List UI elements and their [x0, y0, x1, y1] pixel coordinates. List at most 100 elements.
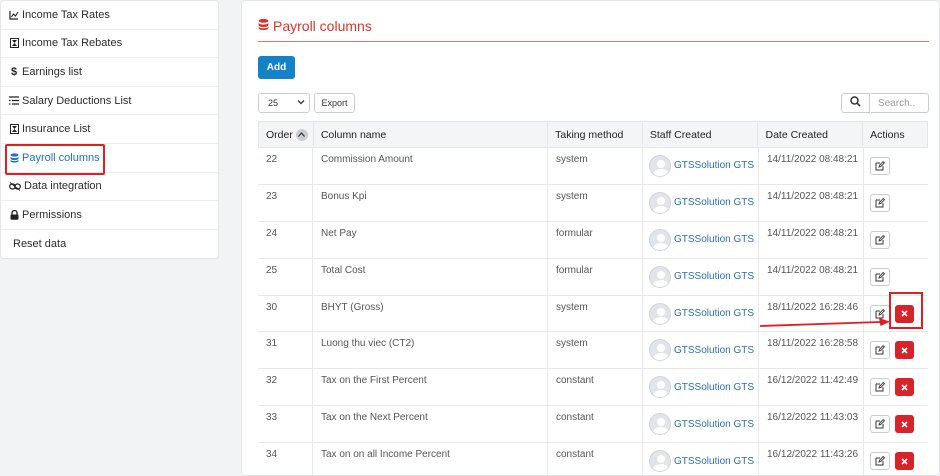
edit-button[interactable] [870, 304, 890, 323]
edit-button[interactable] [870, 156, 890, 175]
sidebar-item-income-tax-rates[interactable]: Income Tax Rates [1, 1, 218, 30]
table-row: 33 Tax on the Next Percent constant GTSS… [258, 406, 928, 444]
staff-link[interactable]: GTSSolution GTS [674, 419, 754, 430]
sidebar-item-income-tax-rebates[interactable]: Income Tax Rebates [1, 30, 218, 59]
cell-staff-created: GTSSolution GTS [643, 148, 759, 184]
staff-link[interactable]: GTSSolution GTS [674, 382, 754, 393]
edit-icon [875, 382, 885, 392]
page-size-value: 25 [268, 98, 279, 108]
search-icon [850, 96, 861, 110]
database-icon [258, 18, 269, 34]
avatar [649, 191, 671, 214]
column-header-order[interactable]: Order [259, 122, 314, 147]
edit-button[interactable] [870, 378, 890, 397]
cell-taking-method: constant [548, 406, 643, 443]
cell-date-created: 14/11/2022 08:48:21 [759, 258, 864, 295]
sidebar-item-earnings-list[interactable]: $ Earnings list [1, 58, 218, 87]
edit-icon [875, 345, 885, 355]
table-row: 30 BHYT (Gross) system GTSSolution GTS 1… [258, 295, 928, 333]
sidebar-item-permissions[interactable]: Permissions [1, 201, 218, 230]
cell-order: 32 [258, 369, 313, 406]
sidebar-item-label: Income Tax Rates [22, 8, 110, 21]
sidebar-item-label: Insurance List [22, 123, 91, 136]
table-row: 23 Bonus Kpi system GTSSolution GTS 14/1… [258, 184, 928, 222]
sidebar-item-label: Permissions [22, 208, 82, 221]
cell-staff-created: GTSSolution GTS [643, 221, 759, 258]
main-panel: Payroll columns Add 25 Export Search.. O… [241, 0, 940, 476]
search-input[interactable]: Search.. [871, 93, 929, 113]
avatar [649, 376, 671, 399]
cell-taking-method: constant [548, 443, 643, 475]
cell-staff-created: GTSSolution GTS [643, 369, 759, 406]
avatar [649, 265, 671, 288]
cell-date-created: 16/12/2022 11:42:49 [759, 369, 864, 406]
sidebar-item-label: Reset data [13, 238, 67, 251]
payroll-columns-table: Order Column name Taking method Staff Cr… [258, 121, 928, 475]
delete-button[interactable] [895, 341, 914, 360]
table-row: 31 Luong thu viec (CT2) system GTSSoluti… [258, 332, 928, 370]
cell-column-name: Bonus Kpi [313, 184, 548, 221]
edit-button[interactable] [870, 193, 890, 212]
edit-button[interactable] [870, 341, 890, 360]
sidebar-item-data-integration[interactable]: Data integration [1, 173, 218, 202]
staff-link[interactable]: GTSSolution GTS [674, 234, 754, 245]
page-title-text: Payroll columns [273, 18, 372, 34]
delete-button[interactable] [895, 452, 914, 471]
cell-order: 25 [258, 258, 313, 295]
staff-link[interactable]: GTSSolution GTS [674, 197, 754, 208]
title-divider [258, 41, 929, 42]
staff-link[interactable]: GTSSolution GTS [674, 160, 754, 171]
cell-column-name: Total Cost [313, 258, 548, 295]
column-header-taking-method[interactable]: Taking method [548, 122, 643, 147]
add-button[interactable]: Add [258, 56, 295, 79]
close-icon [901, 421, 908, 428]
sort-asc-icon[interactable] [295, 128, 308, 141]
list-icon [9, 96, 19, 106]
staff-link[interactable]: GTSSolution GTS [674, 271, 754, 282]
sidebar-item-label: Income Tax Rebates [22, 37, 123, 50]
export-button[interactable]: Export [314, 93, 355, 113]
page-size-select[interactable]: 25 [258, 93, 310, 113]
sidebar-item-insurance-list[interactable]: Insurance List [1, 115, 218, 144]
edit-button[interactable] [870, 452, 890, 471]
delete-button[interactable] [895, 415, 914, 434]
staff-link[interactable]: GTSSolution GTS [674, 456, 754, 467]
cell-order: 22 [258, 148, 313, 184]
cell-order: 23 [258, 184, 313, 221]
edit-icon [875, 160, 885, 171]
column-header-column-name[interactable]: Column name [314, 122, 549, 147]
cell-column-name: Commission Amount [313, 148, 548, 184]
close-icon [901, 384, 908, 391]
cell-order: 24 [258, 221, 313, 258]
sidebar-item-salary-deductions-list[interactable]: Salary Deductions List [1, 87, 218, 116]
edit-button[interactable] [870, 267, 890, 286]
cell-taking-method: system [548, 184, 643, 221]
edit-button[interactable] [870, 415, 890, 434]
delete-button[interactable] [895, 378, 914, 397]
lock-icon [9, 209, 19, 220]
table-row: 32 Tax on the First Percent constant GTS… [258, 369, 928, 407]
sidebar-item-reset-data[interactable]: Reset data [1, 230, 218, 259]
staff-link[interactable]: GTSSolution GTS [674, 345, 754, 356]
search-button[interactable] [841, 93, 870, 113]
cell-actions [864, 443, 928, 475]
cell-order: 30 [258, 295, 313, 332]
sidebar-item-label: Earnings list [22, 65, 82, 78]
edit-icon [875, 308, 885, 318]
edit-icon [875, 271, 885, 282]
column-header-date-created[interactable]: Date Created [758, 122, 864, 147]
cell-staff-created: GTSSolution GTS [643, 295, 759, 332]
cell-date-created: 16/12/2022 11:43:03 [759, 406, 864, 443]
close-icon [901, 310, 908, 317]
avatar [649, 413, 671, 436]
column-header-staff-created[interactable]: Staff Created [643, 122, 759, 147]
cell-staff-created: GTSSolution GTS [643, 258, 759, 295]
table-row: 34 Tax on on all Income Percent constant… [258, 443, 928, 475]
close-icon [901, 457, 908, 465]
staff-link[interactable]: GTSSolution GTS [674, 308, 754, 319]
edit-button[interactable] [870, 230, 890, 249]
delete-button[interactable] [895, 304, 914, 323]
sidebar-item-payroll-columns[interactable]: Payroll columns [1, 144, 218, 173]
avatar [649, 228, 671, 251]
cell-date-created: 18/11/2022 16:28:46 [759, 295, 864, 332]
